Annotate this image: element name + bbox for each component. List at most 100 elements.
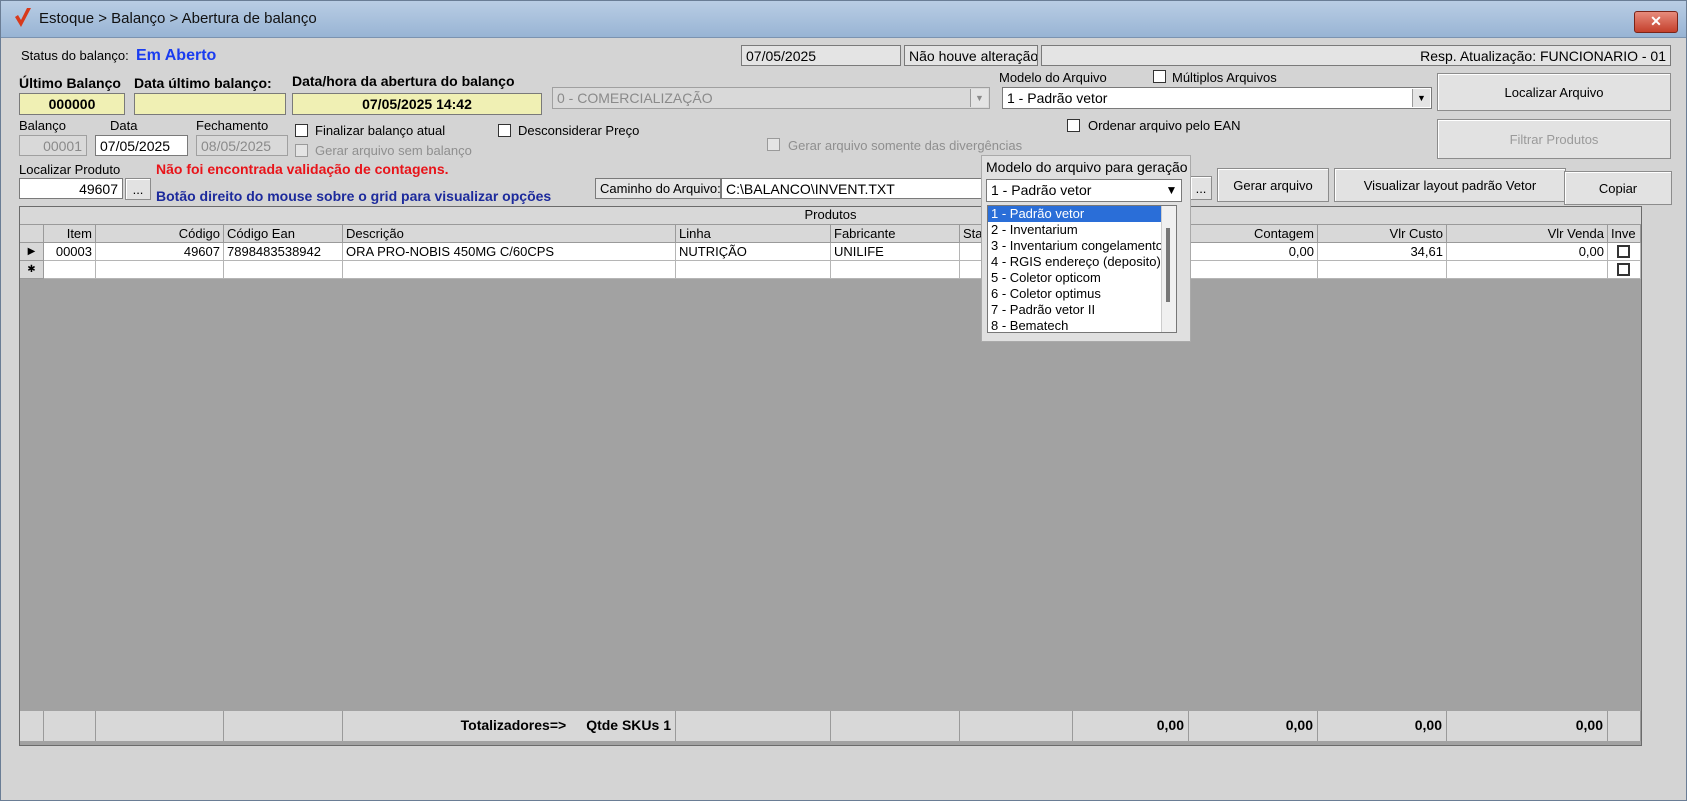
totals-cell xyxy=(960,711,1073,741)
divergencias-label: Gerar arquivo somente das divergências xyxy=(788,138,1023,153)
new-cell[interactable] xyxy=(44,261,96,279)
gerar-sem-label: Gerar arquivo sem balanço xyxy=(315,143,472,158)
totals-cell xyxy=(224,711,343,741)
chevron-down-icon: ▼ xyxy=(970,89,988,107)
totals-cell xyxy=(831,711,960,741)
totals-cell xyxy=(20,711,44,741)
localizar-produto-button[interactable]: ... xyxy=(125,178,151,200)
new-cell[interactable] xyxy=(343,261,676,279)
caminho-field[interactable]: C:\BALANCO\INVENT.TXT xyxy=(721,178,985,199)
status-value: Em Aberto xyxy=(136,47,217,64)
cell-venda[interactable]: 0,00 xyxy=(1447,243,1608,261)
ultimo-balanco-field: 000000 xyxy=(19,93,125,115)
option-4[interactable]: 4 - RGIS endereço (deposito) xyxy=(988,254,1176,270)
option-2[interactable]: 2 - Inventarium xyxy=(988,222,1176,238)
col-custo[interactable]: Vlr Custo xyxy=(1318,225,1447,243)
caminho-label: Caminho do Arquivo: xyxy=(595,178,721,199)
gerar-sem-checkbox xyxy=(295,144,308,157)
option-5[interactable]: 5 - Coletor opticom xyxy=(988,270,1176,286)
scrollbar-thumb[interactable] xyxy=(1166,228,1170,302)
fechamento-label: Fechamento xyxy=(196,118,269,133)
multiplos-label: Múltiplos Arquivos xyxy=(1172,70,1277,85)
totals-value-1: 0,00 xyxy=(1073,711,1189,741)
close-button[interactable]: ✕ xyxy=(1634,11,1678,33)
new-cell[interactable] xyxy=(224,261,343,279)
finalizar-label: Finalizar balanço atual xyxy=(315,123,446,138)
new-cell[interactable] xyxy=(1189,261,1318,279)
col-ean[interactable]: Código Ean xyxy=(224,225,343,243)
divergencias-checkbox xyxy=(767,138,780,151)
filtrar-produtos-button: Filtrar Produtos xyxy=(1437,119,1671,159)
popup-select[interactable]: 1 - Padrão vetor ▼ xyxy=(986,179,1182,202)
new-cell[interactable] xyxy=(96,261,224,279)
app-logo-icon xyxy=(15,8,31,27)
data-label: Data xyxy=(110,118,138,133)
option-8[interactable]: 8 - Bematech xyxy=(988,318,1176,332)
chevron-down-icon[interactable]: ▼ xyxy=(1412,89,1430,107)
visualizar-layout-button[interactable]: Visualizar layout padrão Vetor xyxy=(1334,168,1566,202)
option-6[interactable]: 6 - Coletor optimus xyxy=(988,286,1176,302)
desconsiderar-label: Desconsiderar Preço xyxy=(518,123,640,138)
desconsiderar-checkbox[interactable] xyxy=(498,124,511,137)
option-3[interactable]: 3 - Inventarium congelamento xyxy=(988,238,1176,254)
ordenar-ean-label: Ordenar arquivo pelo EAN xyxy=(1088,118,1241,133)
totals-value-2: 0,00 xyxy=(1189,711,1318,741)
finalizar-checkbox[interactable] xyxy=(295,124,308,137)
popup-selected-value: 1 - Padrão vetor xyxy=(991,182,1092,198)
grid-hint: Botão direito do mouse sobre o grid para… xyxy=(156,188,552,204)
new-cell[interactable] xyxy=(1447,261,1608,279)
col-inve[interactable]: Inve xyxy=(1608,225,1641,243)
totals-cell xyxy=(676,711,831,741)
copiar-button[interactable]: Copiar xyxy=(1564,171,1672,205)
col-descricao[interactable]: Descrição xyxy=(343,225,676,243)
ultimo-balanco-label: Último Balanço xyxy=(19,75,121,91)
change-status: Não houve alteração xyxy=(904,45,1038,66)
cell-codigo[interactable]: 49607 xyxy=(96,243,224,261)
new-cell[interactable] xyxy=(831,261,960,279)
gerar-arquivo-button[interactable]: Gerar arquivo xyxy=(1217,168,1329,202)
products-grid[interactable]: Produtos Item Código Código Ean Descriçã… xyxy=(19,206,1642,746)
data-ultimo-field xyxy=(134,93,286,115)
cell-ean[interactable]: 7898483538942 xyxy=(224,243,343,261)
inve-checkbox[interactable] xyxy=(1617,245,1630,258)
col-contagem[interactable]: Contagem xyxy=(1189,225,1318,243)
balanco-field: 00001 xyxy=(19,135,87,156)
col-codigo[interactable]: Código xyxy=(96,225,224,243)
totals-value-3: 0,00 xyxy=(1318,711,1447,741)
option-1[interactable]: 1 - Padrão vetor xyxy=(988,206,1176,222)
cell-linha[interactable]: NUTRIÇÃO xyxy=(676,243,831,261)
balanco-label: Balanço xyxy=(19,118,66,133)
data-field[interactable]: 07/05/2025 xyxy=(95,135,188,156)
col-venda[interactable]: Vlr Venda xyxy=(1447,225,1608,243)
multiplos-checkbox[interactable] xyxy=(1153,70,1166,83)
new-cell[interactable] xyxy=(1318,261,1447,279)
cell-descricao[interactable]: ORA PRO-NOBIS 450MG C/60CPS xyxy=(343,243,676,261)
col-linha[interactable]: Linha xyxy=(676,225,831,243)
popup-title: Modelo do arquivo para geração xyxy=(986,159,1188,175)
new-row-icon[interactable]: ✱ xyxy=(20,261,44,279)
window-title: Estoque > Balanço > Abertura de balanço xyxy=(39,10,317,27)
new-cell[interactable] xyxy=(1608,261,1641,279)
option-7[interactable]: 7 - Padrão vetor II xyxy=(988,302,1176,318)
cell-custo[interactable]: 34,61 xyxy=(1318,243,1447,261)
localizar-produto-label: Localizar Produto xyxy=(19,162,121,177)
list-scrollbar[interactable] xyxy=(1161,206,1176,332)
modelo-select[interactable]: 1 - Padrão vetor ▼ xyxy=(1002,87,1432,109)
cell-item[interactable]: 00003 xyxy=(44,243,96,261)
caminho-browse-button[interactable]: ... xyxy=(1190,176,1212,200)
cell-contagem[interactable]: 0,00 xyxy=(1189,243,1318,261)
col-item[interactable]: Item xyxy=(44,225,96,243)
localizar-produto-field[interactable]: 49607 xyxy=(19,178,123,199)
col-fabricante[interactable]: Fabricante xyxy=(831,225,960,243)
localizar-arquivo-button[interactable]: Localizar Arquivo xyxy=(1437,73,1671,111)
inve-checkbox[interactable] xyxy=(1617,263,1630,276)
abertura-field: 07/05/2025 14:42 xyxy=(292,93,542,115)
popup-options-list[interactable]: 1 - Padrão vetor 2 - Inventarium 3 - Inv… xyxy=(987,205,1177,333)
current-row-icon[interactable]: ▶ xyxy=(20,243,44,261)
cell-fabricante[interactable]: UNILIFE xyxy=(831,243,960,261)
cell-inve[interactable] xyxy=(1608,243,1641,261)
totals-cell xyxy=(1608,711,1641,741)
new-cell[interactable] xyxy=(676,261,831,279)
chevron-down-icon[interactable]: ▼ xyxy=(1163,181,1180,200)
ordenar-ean-checkbox[interactable] xyxy=(1067,119,1080,132)
